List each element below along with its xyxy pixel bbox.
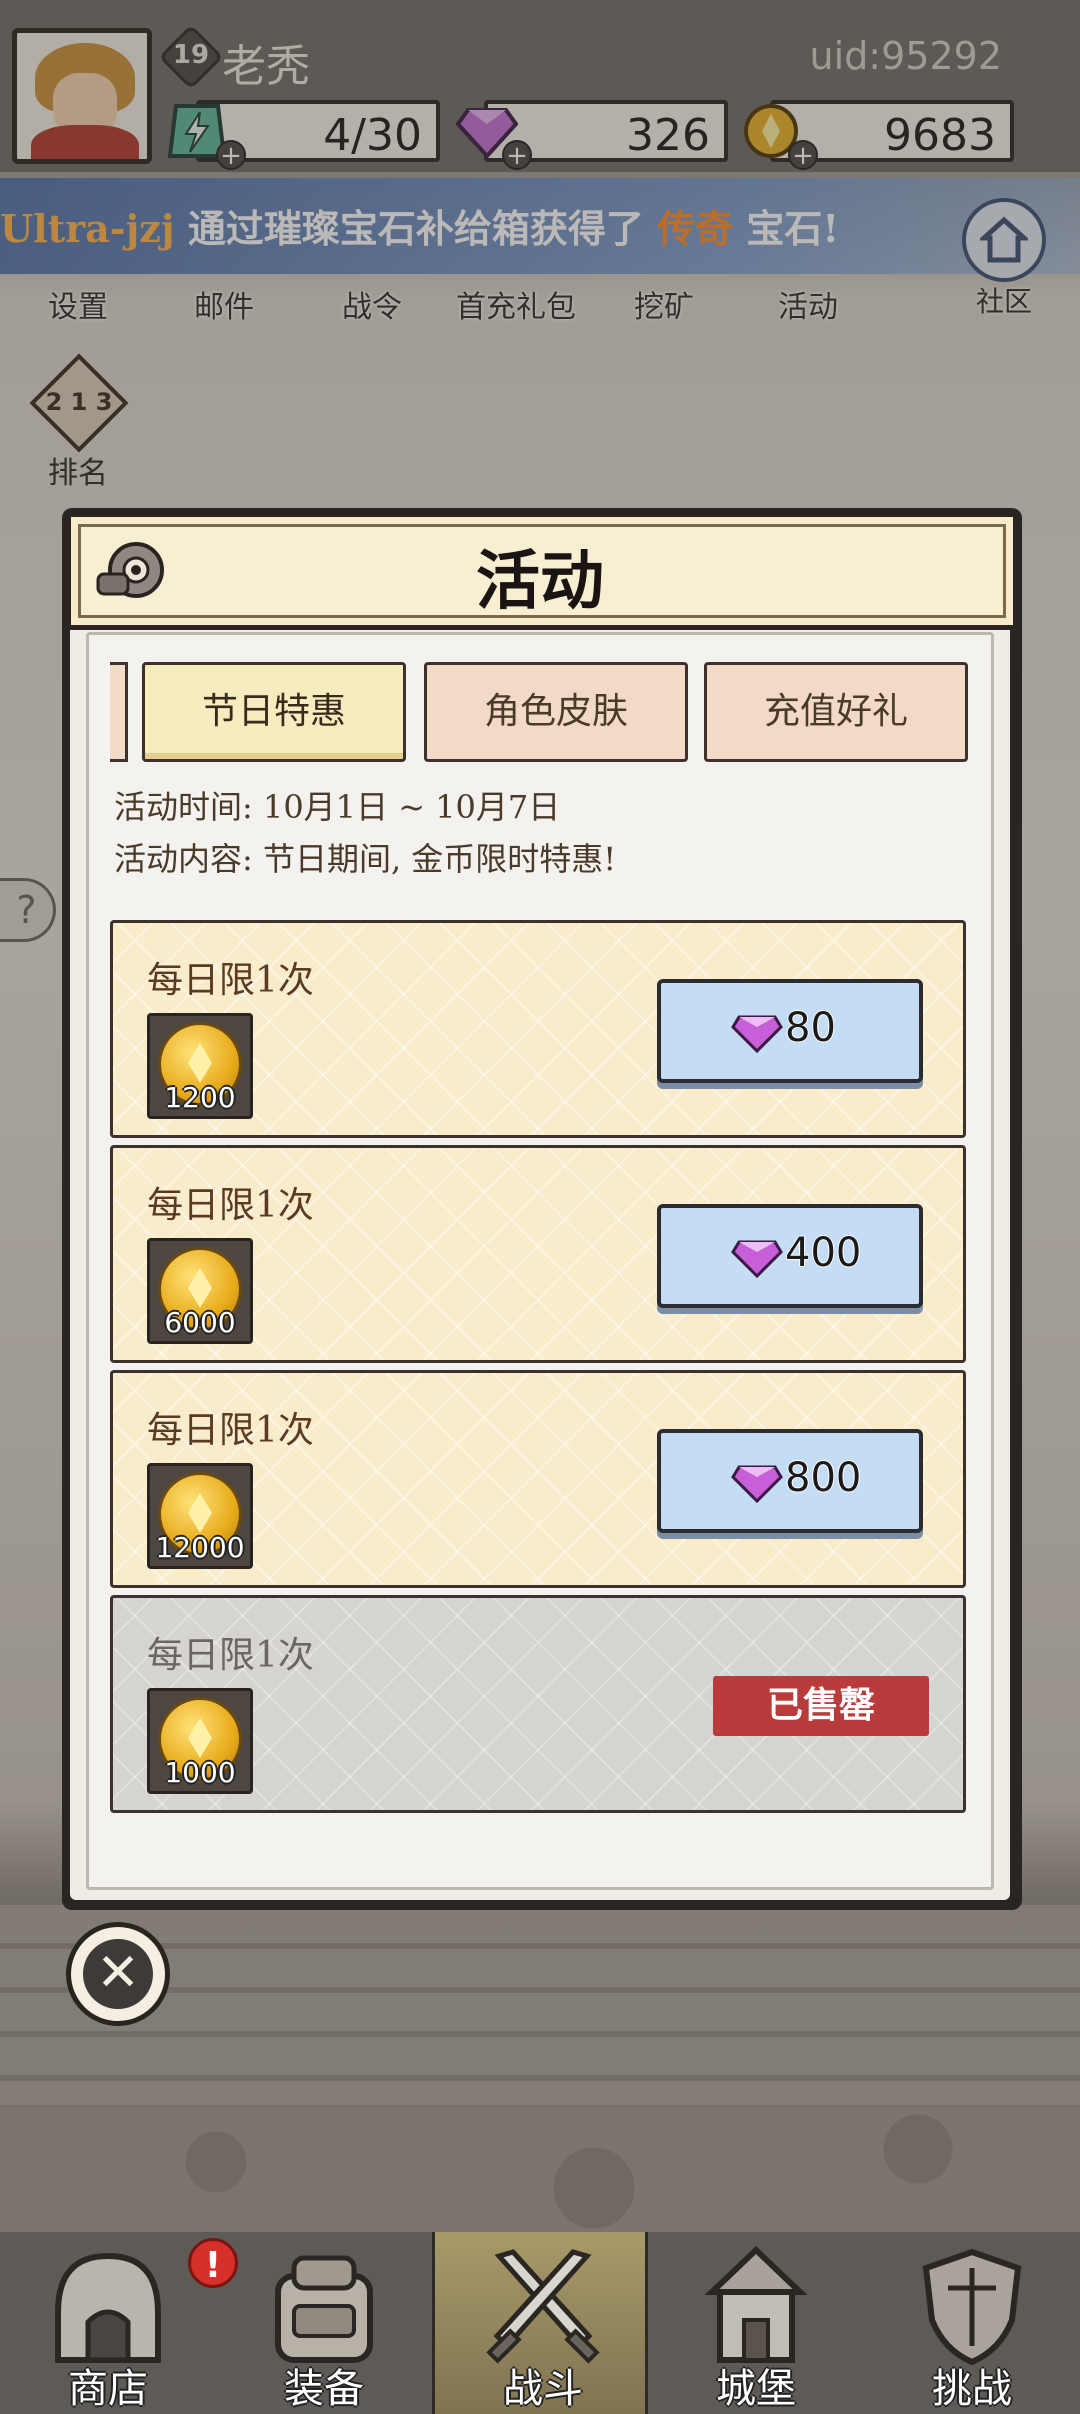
- event-time: 活动时间: 10月1日 ~ 10月7日: [114, 788, 561, 826]
- offer-limit: 每日限1次: [147, 1185, 314, 1226]
- dialog-title: 活动: [476, 544, 604, 619]
- nav-challenge[interactable]: 挑战: [864, 2232, 1080, 2414]
- gold-reward-amount: 1200: [164, 1081, 236, 1114]
- gold-reward-amount: 6000: [164, 1306, 236, 1339]
- tab-recharge-gifts[interactable]: 充值好礼: [704, 662, 968, 762]
- tab-character-skins[interactable]: 角色皮肤: [424, 662, 688, 762]
- gem-icon: [731, 1015, 783, 1053]
- nav-castle[interactable]: 城堡: [648, 2232, 864, 2414]
- gold-reward: 12000: [147, 1463, 253, 1569]
- tab-scroll-left[interactable]: [110, 662, 128, 762]
- nav-equipment-label: 装备: [284, 2366, 364, 2412]
- offer-card: 每日限1次 12000 800: [110, 1370, 966, 1588]
- gold-reward: 1000: [147, 1688, 253, 1794]
- nav-shop-label: 商店: [68, 2366, 148, 2412]
- shop-icon: [55, 2252, 161, 2363]
- offer-limit: 每日限1次: [147, 1635, 314, 1676]
- gem-icon: [731, 1240, 783, 1278]
- close-icon: ✕: [83, 1939, 153, 2009]
- offer-limit: 每日限1次: [147, 960, 314, 1001]
- price-value: 800: [785, 1455, 862, 1501]
- gold-reward-amount: 1000: [164, 1756, 236, 1789]
- castle-icon: [704, 2245, 808, 2363]
- gold-reward-amount: 12000: [155, 1531, 245, 1564]
- event-description: 活动内容: 节日期间, 金币限时特惠!: [114, 840, 617, 878]
- tab-holiday-deals[interactable]: 节日特惠: [142, 662, 406, 762]
- gold-reward: 6000: [147, 1238, 253, 1344]
- price-value: 400: [785, 1230, 862, 1276]
- close-x: ✕: [96, 1943, 140, 2003]
- shield-icon: [922, 2248, 1022, 2366]
- nav-castle-label: 城堡: [716, 2366, 796, 2412]
- price-value: 80: [785, 1005, 836, 1051]
- gold-reward: 1200: [147, 1013, 253, 1119]
- buy-button[interactable]: 400: [657, 1204, 923, 1308]
- offer-limit: 每日限1次: [147, 1410, 314, 1451]
- gem-icon: [731, 1465, 783, 1503]
- buy-button[interactable]: 800: [657, 1429, 923, 1533]
- nav-equipment[interactable]: 装备: [216, 2232, 432, 2414]
- backpack-icon: [275, 2255, 373, 2363]
- nav-challenge-label: 挑战: [932, 2366, 1012, 2412]
- nav-battle[interactable]: 战斗: [432, 2232, 648, 2414]
- close-dialog-button[interactable]: ✕: [66, 1922, 170, 2026]
- nav-shop[interactable]: 商店: [0, 2232, 216, 2414]
- event-scroll-icon: [96, 542, 164, 598]
- nav-battle-label: 战斗: [503, 2366, 583, 2412]
- buy-button[interactable]: 80: [657, 979, 923, 1083]
- offer-card: 每日限1次 6000 400: [110, 1145, 966, 1363]
- sold-out-badge: 已售罄: [713, 1676, 929, 1736]
- offer-card: 每日限1次 1200 80: [110, 920, 966, 1138]
- crossed-swords-icon: [486, 2249, 600, 2364]
- offer-card-sold-out: 每日限1次 1000 已售罄: [110, 1595, 966, 1813]
